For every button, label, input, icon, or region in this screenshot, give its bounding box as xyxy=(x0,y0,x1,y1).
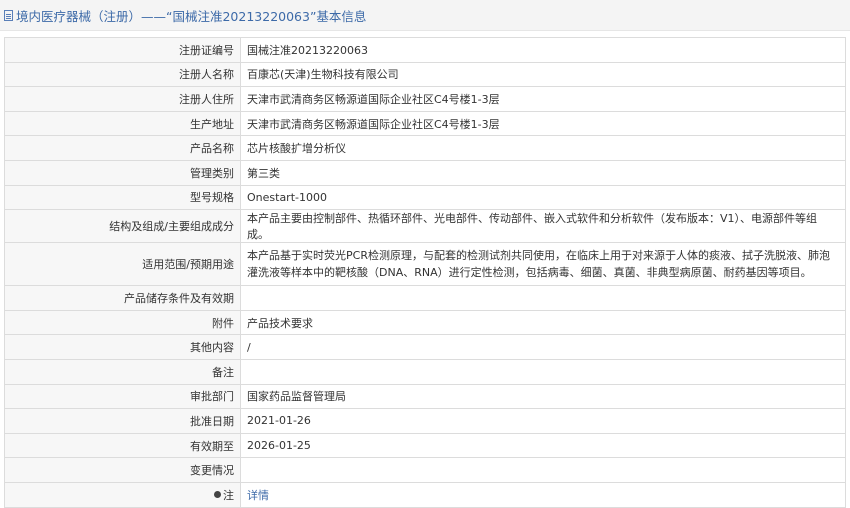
row-value: 2021-01-26 xyxy=(240,408,846,434)
page-title-bar: 境内医疗器械（注册）——“国械注准20213220063”基本信息 xyxy=(0,0,850,31)
info-table: 注册证编号 国械注准20213220063 注册人名称 百康芯(天津)生物科技有… xyxy=(4,37,846,508)
table-row: 产品名称 芯片核酸扩增分析仪 xyxy=(4,135,846,161)
row-label: 产品储存条件及有效期 xyxy=(4,285,241,311)
table-row: 批准日期 2021-01-26 xyxy=(4,408,846,434)
row-label: 适用范围/预期用途 xyxy=(4,242,241,287)
table-row: 注 详情 xyxy=(4,481,846,508)
row-value xyxy=(240,285,846,311)
document-icon xyxy=(4,9,13,21)
row-value: 2026-01-25 xyxy=(240,432,846,459)
table-row: 型号规格 Onestart-1000 xyxy=(4,184,846,211)
row-label: 产品名称 xyxy=(4,135,241,161)
row-label: 型号规格 xyxy=(4,184,241,211)
table-row: 有效期至 2026-01-25 xyxy=(4,432,846,459)
row-value xyxy=(240,358,846,385)
row-value xyxy=(240,457,846,483)
row-label: 管理类别 xyxy=(4,159,241,186)
row-label: 附件 xyxy=(4,309,241,336)
table-row: 生产地址 天津市武清商务区畅源道国际企业社区C4号楼1-3层 xyxy=(4,110,846,137)
table-row: 变更情况 xyxy=(4,457,846,483)
note-icon xyxy=(214,491,221,499)
row-value: 本产品基于实时荧光PCR检测原理，与配套的检测试剂共同使用，在临床上用于对来源于… xyxy=(240,242,846,287)
row-value: 国家药品监督管理局 xyxy=(240,383,846,410)
row-label: 生产地址 xyxy=(4,110,241,137)
table-row: 产品储存条件及有效期 xyxy=(4,285,846,311)
row-label: 批准日期 xyxy=(4,408,241,434)
row-value: 天津市武清商务区畅源道国际企业社区C4号楼1-3层 xyxy=(240,110,846,137)
row-value: 详情 xyxy=(240,481,846,508)
row-value: 国械注准20213220063 xyxy=(240,37,846,63)
row-value: 产品技术要求 xyxy=(240,309,846,336)
table-row: 管理类别 第三类 xyxy=(4,159,846,186)
row-label: 变更情况 xyxy=(4,457,241,483)
row-label: 备注 xyxy=(4,358,241,385)
detail-link[interactable]: 详情 xyxy=(247,489,269,502)
row-label: 注册人名称 xyxy=(4,61,241,88)
row-value: 第三类 xyxy=(240,159,846,186)
table-row: 其他内容 / xyxy=(4,334,846,360)
table-row: 备注 xyxy=(4,358,846,385)
row-label: 注册证编号 xyxy=(4,37,241,63)
row-value: 天津市武清商务区畅源道国际企业社区C4号楼1-3层 xyxy=(240,86,846,112)
row-label: 有效期至 xyxy=(4,432,241,459)
note-label-cell: 注 xyxy=(4,481,241,508)
table-row: 附件 产品技术要求 xyxy=(4,309,846,336)
row-value: Onestart-1000 xyxy=(240,184,846,211)
table-row: 适用范围/预期用途 本产品基于实时荧光PCR检测原理，与配套的检测试剂共同使用，… xyxy=(4,242,846,287)
row-label: 其他内容 xyxy=(4,334,241,360)
info-table-container: 注册证编号 国械注准20213220063 注册人名称 百康芯(天津)生物科技有… xyxy=(0,31,850,508)
row-value: / xyxy=(240,334,846,360)
row-value: 百康芯(天津)生物科技有限公司 xyxy=(240,61,846,88)
table-row: 结构及组成/主要组成成分 本产品主要由控制部件、热循环部件、光电部件、传动部件、… xyxy=(4,209,846,244)
row-value: 芯片核酸扩增分析仪 xyxy=(240,135,846,161)
row-value: 本产品主要由控制部件、热循环部件、光电部件、传动部件、嵌入式软件和分析软件（发布… xyxy=(240,209,846,244)
row-label: 结构及组成/主要组成成分 xyxy=(4,209,241,244)
table-row: 注册证编号 国械注准20213220063 xyxy=(4,37,846,63)
table-row: 注册人名称 百康芯(天津)生物科技有限公司 xyxy=(4,61,846,88)
row-label: 审批部门 xyxy=(4,383,241,410)
table-row: 审批部门 国家药品监督管理局 xyxy=(4,383,846,410)
row-label: 注册人住所 xyxy=(4,86,241,112)
table-row: 注册人住所 天津市武清商务区畅源道国际企业社区C4号楼1-3层 xyxy=(4,86,846,112)
row-label: 注 xyxy=(223,488,234,502)
page-title: 境内医疗器械（注册）——“国械注准20213220063”基本信息 xyxy=(16,8,367,24)
